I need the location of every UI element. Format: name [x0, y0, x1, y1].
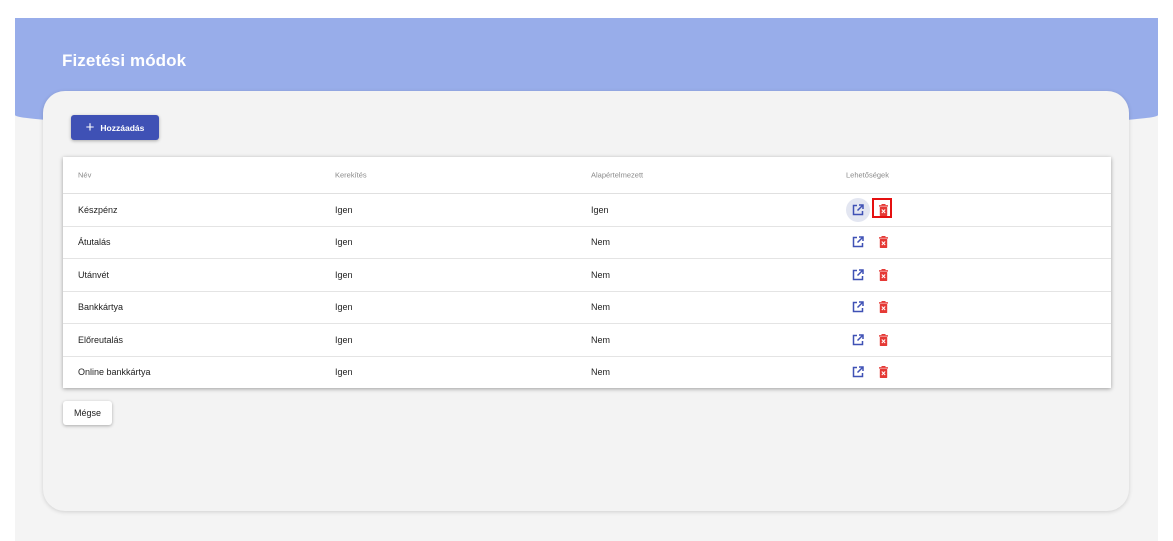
- cell-rounding: Igen: [335, 204, 353, 215]
- table-body: Készpénz Igen Igen Átutalás Igen Nem Utá…: [63, 194, 1111, 388]
- cell-rounding: Igen: [335, 269, 353, 280]
- cell-rounding: Igen: [335, 302, 353, 313]
- row-actions: [846, 357, 906, 389]
- table-row: Előreutalás Igen Nem: [63, 324, 1111, 357]
- edit-icon[interactable]: [852, 269, 864, 281]
- table-row: Utánvét Igen Nem: [63, 259, 1111, 292]
- row-actions: [846, 227, 906, 259]
- table-row: Bankkártya Igen Nem: [63, 292, 1111, 324]
- row-actions: [846, 324, 906, 356]
- cell-default: Nem: [591, 367, 611, 378]
- add-button-label: Hozzáadás: [100, 122, 145, 133]
- add-button[interactable]: + Hozzáadás: [71, 115, 159, 140]
- table-header: Név Kerekítés Alapértelmezett Lehetősége…: [63, 157, 1111, 194]
- trash-icon[interactable]: [879, 366, 888, 379]
- cell-name: Bankkártya: [78, 302, 124, 313]
- cell-default: Nem: [591, 302, 611, 313]
- page-title: Fizetési módok: [62, 51, 187, 70]
- content-card: + Hozzáadás Név Kerekítés Alapértelmezet…: [43, 91, 1129, 511]
- cell-rounding: Igen: [335, 367, 353, 378]
- trash-icon[interactable]: [879, 268, 888, 281]
- trash-icon[interactable]: [879, 333, 888, 346]
- column-header-default: Alapértelmezett: [591, 170, 644, 180]
- row-actions: [846, 292, 906, 324]
- edit-icon[interactable]: [852, 236, 864, 248]
- cell-rounding: Igen: [335, 237, 353, 248]
- edit-icon[interactable]: [852, 366, 864, 378]
- cancel-button[interactable]: Mégse: [63, 401, 112, 425]
- cell-name: Átutalás: [78, 237, 111, 248]
- cell-default: Igen: [591, 204, 609, 215]
- cell-default: Nem: [591, 269, 611, 280]
- cell-default: Nem: [591, 334, 611, 345]
- row-actions: [846, 194, 906, 226]
- trash-icon[interactable]: [879, 236, 888, 249]
- table-row: Átutalás Igen Nem: [63, 227, 1111, 259]
- edit-icon[interactable]: [852, 301, 864, 313]
- edit-icon[interactable]: [846, 197, 870, 222]
- column-header-rounding: Kerekítés: [335, 170, 367, 180]
- table-row: Készpénz Igen Igen: [63, 194, 1111, 227]
- cell-default: Nem: [591, 237, 611, 248]
- row-actions: [846, 259, 906, 291]
- cell-name: Készpénz: [78, 204, 118, 215]
- cell-rounding: Igen: [335, 334, 353, 345]
- cell-name: Online bankkártya: [78, 367, 151, 378]
- trash-icon[interactable]: [879, 301, 888, 314]
- page: Fizetési módok + Hozzáadás Név Kerekítés…: [15, 18, 1158, 541]
- plus-icon: +: [85, 118, 95, 136]
- column-header-name: Név: [78, 170, 92, 180]
- cell-name: Utánvét: [78, 269, 110, 280]
- table-row: Online bankkártya Igen Nem: [63, 357, 1111, 389]
- column-header-options: Lehetőségek: [846, 170, 889, 180]
- trash-icon[interactable]: [872, 197, 892, 218]
- edit-icon[interactable]: [852, 334, 864, 346]
- cell-name: Előreutalás: [78, 334, 124, 345]
- payment-methods-table: Név Kerekítés Alapértelmezett Lehetősége…: [63, 157, 1111, 388]
